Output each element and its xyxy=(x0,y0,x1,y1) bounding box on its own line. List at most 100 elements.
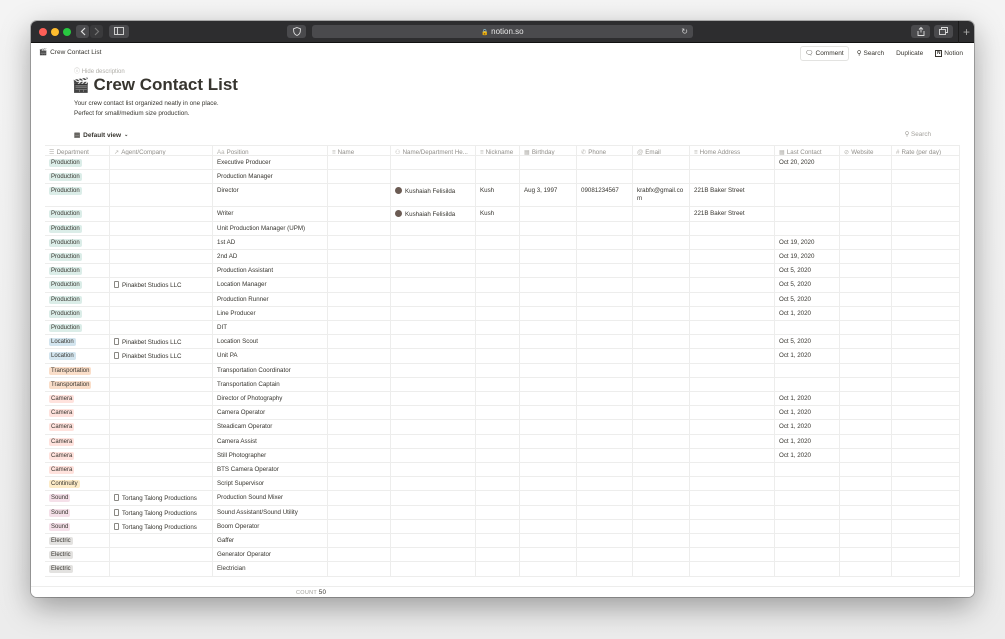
cell-last-contact[interactable] xyxy=(775,377,840,391)
cell-rate[interactable] xyxy=(892,278,960,292)
cell-website[interactable] xyxy=(840,491,892,505)
cell-rate[interactable] xyxy=(892,477,960,491)
cell-website[interactable] xyxy=(840,335,892,349)
cell-dept[interactable]: Camera xyxy=(45,420,110,434)
table-row[interactable]: Transportation Transportation Coordinator xyxy=(45,363,960,378)
cell-position[interactable]: 2nd AD xyxy=(213,250,328,264)
table-row[interactable]: Transportation Transportation Captain xyxy=(45,377,960,392)
cell-website[interactable] xyxy=(840,420,892,434)
cell-address[interactable] xyxy=(690,463,775,477)
cell-phone[interactable] xyxy=(577,278,633,292)
cell-head[interactable] xyxy=(391,491,476,505)
cell-name[interactable] xyxy=(328,335,391,349)
cell-address[interactable] xyxy=(690,170,775,184)
table-row[interactable]: Production Production Manager xyxy=(45,170,960,185)
cell-name[interactable] xyxy=(328,278,391,292)
cell-address[interactable]: 221B Baker Street xyxy=(690,184,775,207)
cell-dept[interactable]: Camera xyxy=(45,434,110,448)
cell-dept[interactable]: Production xyxy=(45,207,110,221)
cell-dept[interactable]: Camera xyxy=(45,463,110,477)
cell-address[interactable] xyxy=(690,562,775,576)
cell-last-contact[interactable] xyxy=(775,321,840,335)
column-header[interactable]: ▦ Last Contact xyxy=(775,146,840,155)
cell-company[interactable] xyxy=(110,306,213,320)
cell-last-contact[interactable]: Oct 5, 2020 xyxy=(775,264,840,278)
cell-birthday[interactable]: Aug 3, 1997 xyxy=(520,184,577,207)
cell-email[interactable] xyxy=(633,562,690,576)
column-header[interactable]: # Rate (per day) xyxy=(892,146,960,155)
cell-rate[interactable] xyxy=(892,335,960,349)
cell-phone[interactable] xyxy=(577,519,633,533)
column-header[interactable]: @ Email xyxy=(633,146,690,155)
cell-position[interactable]: Unit Production Manager (UPM) xyxy=(213,221,328,235)
table-row[interactable]: Electric Generator Operator xyxy=(45,548,960,563)
count-summary[interactable]: COUNT 50 xyxy=(296,589,326,596)
column-header[interactable]: Aa Position xyxy=(213,146,328,155)
cell-last-contact[interactable]: Oct 1, 2020 xyxy=(775,448,840,462)
cell-position[interactable]: Unit PA xyxy=(213,349,328,363)
cell-address[interactable] xyxy=(690,491,775,505)
view-switcher[interactable]: ▤ Default view ⌄ xyxy=(74,131,128,140)
cell-rate[interactable] xyxy=(892,363,960,377)
page-description[interactable]: Your crew contact list organized neatly … xyxy=(74,99,219,118)
cell-rate[interactable] xyxy=(892,406,960,420)
cell-address[interactable] xyxy=(690,250,775,264)
table-row[interactable]: Production DIT xyxy=(45,321,960,336)
cell-company[interactable] xyxy=(110,477,213,491)
cell-website[interactable] xyxy=(840,292,892,306)
cell-name[interactable] xyxy=(328,519,391,533)
cell-rate[interactable] xyxy=(892,207,960,221)
table-row[interactable]: Camera Steadicam Operator Oct 1, 2020 xyxy=(45,420,960,435)
cell-nickname[interactable] xyxy=(476,235,520,249)
cell-name[interactable] xyxy=(328,420,391,434)
cell-website[interactable] xyxy=(840,519,892,533)
cell-position[interactable]: Transportation Captain xyxy=(213,377,328,391)
table-row[interactable]: Camera Camera Assist Oct 1, 2020 xyxy=(45,434,960,449)
cell-rate[interactable] xyxy=(892,548,960,562)
cell-rate[interactable] xyxy=(892,221,960,235)
cell-nickname[interactable] xyxy=(476,406,520,420)
cell-name[interactable] xyxy=(328,406,391,420)
comment-button[interactable]: 🗨 Comment xyxy=(800,46,849,61)
cell-company[interactable] xyxy=(110,235,213,249)
cell-last-contact[interactable] xyxy=(775,548,840,562)
cell-dept[interactable]: Camera xyxy=(45,392,110,406)
cell-company[interactable]: Pinakbet Studios LLC xyxy=(110,335,213,349)
cell-phone[interactable] xyxy=(577,363,633,377)
cell-website[interactable] xyxy=(840,448,892,462)
cell-nickname[interactable] xyxy=(476,491,520,505)
cell-website[interactable] xyxy=(840,170,892,184)
clapperboard-icon[interactable]: 🎬 xyxy=(72,77,89,94)
cell-birthday[interactable] xyxy=(520,306,577,320)
share-button[interactable] xyxy=(911,25,930,38)
cell-rate[interactable] xyxy=(892,306,960,320)
cell-email[interactable] xyxy=(633,463,690,477)
cell-email[interactable] xyxy=(633,292,690,306)
cell-company[interactable] xyxy=(110,562,213,576)
cell-nickname[interactable]: Kush xyxy=(476,184,520,207)
cell-email[interactable] xyxy=(633,156,690,170)
cell-position[interactable]: Location Scout xyxy=(213,335,328,349)
cell-last-contact[interactable] xyxy=(775,534,840,548)
cell-position[interactable]: BTS Camera Operator xyxy=(213,463,328,477)
column-header[interactable]: ⚇ Name/Department He... xyxy=(391,146,476,155)
cell-birthday[interactable] xyxy=(520,207,577,221)
cell-head[interactable] xyxy=(391,292,476,306)
table-row[interactable]: Sound Tortang Talong Productions Boom Oper… xyxy=(45,519,960,534)
minimize-window-button[interactable] xyxy=(51,28,59,36)
cell-position[interactable]: Production Assistant xyxy=(213,264,328,278)
forward-button[interactable] xyxy=(90,25,103,38)
cell-email[interactable] xyxy=(633,321,690,335)
cell-name[interactable] xyxy=(328,562,391,576)
cell-dept[interactable]: Location xyxy=(45,349,110,363)
cell-email[interactable] xyxy=(633,363,690,377)
cell-website[interactable] xyxy=(840,548,892,562)
table-row[interactable]: Production Production Runner Oct 5, 2020 xyxy=(45,292,960,307)
cell-phone[interactable] xyxy=(577,534,633,548)
cell-last-contact[interactable]: Oct 19, 2020 xyxy=(775,235,840,249)
cell-rate[interactable] xyxy=(892,505,960,519)
cell-address[interactable] xyxy=(690,349,775,363)
cell-birthday[interactable] xyxy=(520,434,577,448)
cell-name[interactable] xyxy=(328,548,391,562)
privacy-report-button[interactable] xyxy=(287,25,306,38)
